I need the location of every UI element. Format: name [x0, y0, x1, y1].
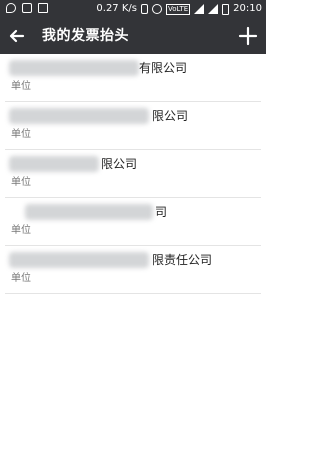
company-name-suffix: 限公司: [101, 157, 138, 171]
signal-icon: [208, 4, 219, 14]
invoice-title-item[interactable]: 限公司 单位: [5, 150, 261, 198]
network-speed: 0.27 K/s: [96, 3, 137, 14]
invoice-title-item[interactable]: 司 单位: [5, 198, 261, 246]
title-type-label: 单位: [11, 225, 31, 236]
arrow-left-icon: [9, 29, 25, 43]
back-button[interactable]: [4, 22, 32, 50]
clock-time: 20:10: [233, 3, 262, 14]
redacted-name: [9, 60, 139, 76]
invoice-title-list: 有限公司 单位 限公司 单位 限公司 单位 司 单位 限责任公司 单位: [0, 54, 266, 294]
notification-icon: [22, 3, 32, 13]
system-indicators: 0.27 K/s VoLTE 20:10: [96, 0, 262, 18]
image-icon: [38, 3, 48, 13]
company-name-suffix: 有限公司: [139, 61, 188, 75]
battery-icon: [222, 3, 230, 15]
wifi-icon: [194, 4, 205, 14]
notification-icons: [6, 3, 48, 13]
title-type-label: 单位: [11, 177, 31, 188]
volte-badge: VoLTE: [166, 3, 191, 15]
invoice-title-item[interactable]: 限公司 单位: [5, 102, 261, 150]
redacted-name: [9, 108, 149, 124]
invoice-title-item[interactable]: 有限公司 单位: [5, 54, 261, 102]
redacted-name: [25, 204, 153, 220]
app-bar: 我的发票抬头: [0, 18, 266, 54]
title-type-label: 单位: [11, 273, 31, 284]
alarm-icon: [152, 4, 162, 14]
page-title: 我的发票抬头: [42, 28, 129, 44]
plus-icon: [238, 26, 258, 46]
invoice-title-item[interactable]: 限责任公司 单位: [5, 246, 261, 294]
company-name-suffix: 限责任公司: [152, 253, 213, 267]
company-name-suffix: 司: [155, 205, 168, 219]
redacted-name: [9, 156, 99, 172]
status-bar: 0.27 K/s VoLTE 20:10: [0, 0, 266, 18]
add-invoice-title-button[interactable]: [234, 22, 262, 50]
company-name-suffix: 限公司: [152, 109, 189, 123]
redacted-name: [9, 252, 149, 268]
title-type-label: 单位: [11, 81, 31, 92]
title-type-label: 单位: [11, 129, 31, 140]
vibrate-icon: [141, 4, 148, 14]
message-icon: [6, 3, 16, 13]
